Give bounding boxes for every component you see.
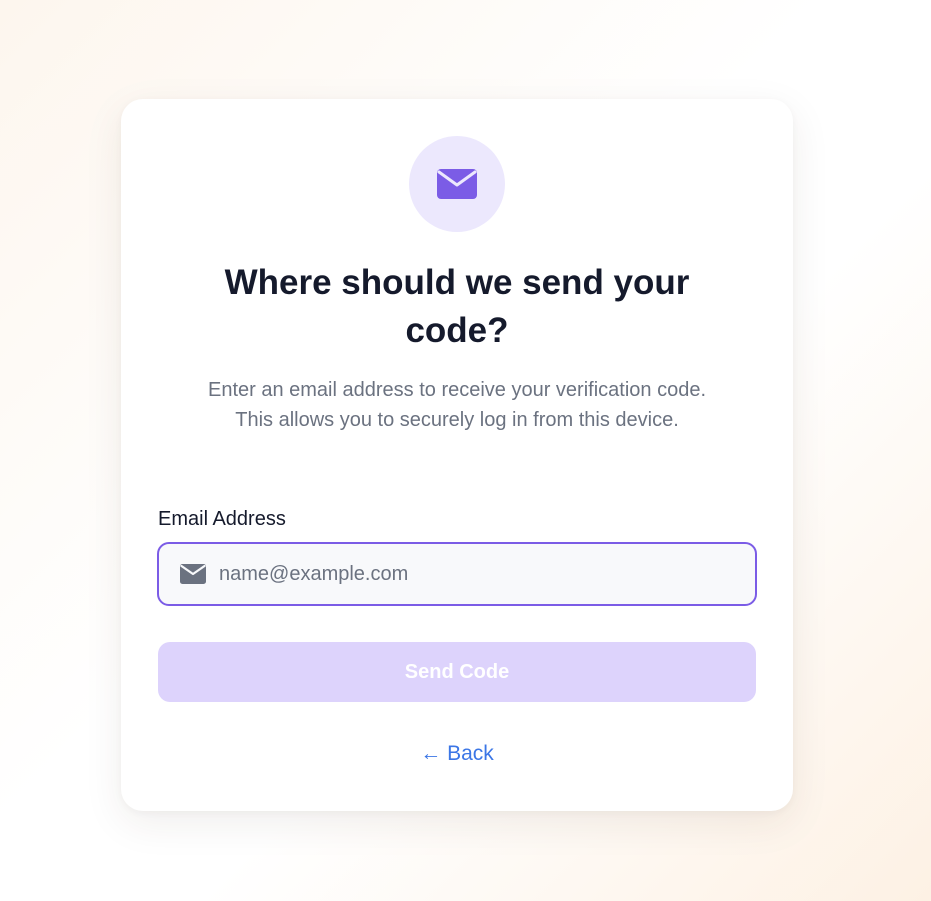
verification-card: Where should we send your code? Enter an… — [121, 99, 793, 811]
back-link-label: ← Back — [420, 742, 494, 765]
email-label: Email Address — [158, 508, 286, 530]
page-title: Where should we send your code? — [224, 263, 690, 350]
email-field-container — [157, 542, 757, 606]
email-input[interactable] — [219, 544, 749, 604]
envelope-icon-badge — [409, 136, 505, 232]
back-link[interactable]: ← Back — [121, 742, 793, 766]
envelope-icon — [180, 564, 206, 584]
send-code-button[interactable]: Send Code — [158, 642, 756, 702]
envelope-icon — [437, 169, 477, 199]
page-subtitle: Enter an email address to receive your v… — [207, 379, 707, 431]
